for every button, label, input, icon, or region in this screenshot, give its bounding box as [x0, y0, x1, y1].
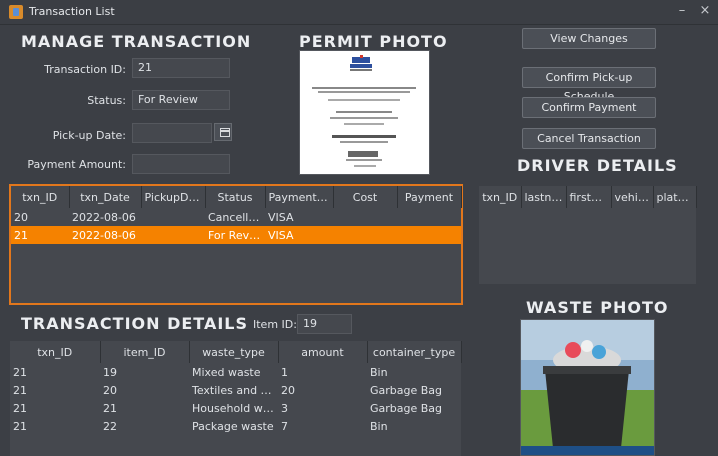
table-row[interactable]: 21 21 Household waste 3 Garbage Bag — [10, 399, 461, 417]
table-cell: 21 — [13, 401, 27, 415]
calendar-icon — [220, 128, 230, 137]
item-id-field[interactable]: 19 — [297, 314, 352, 334]
table-cell: 21 — [13, 365, 27, 379]
table-cell: 7 — [281, 419, 288, 433]
transactions-column-header[interactable]: PickupDate — [141, 186, 206, 208]
item-id-label: Item ID: — [253, 318, 297, 331]
transactions-column-header[interactable]: txn_ID — [11, 186, 70, 208]
table-cell — [141, 226, 205, 244]
table-cell: 20 — [14, 210, 28, 224]
transaction-details-table[interactable]: txn_ID item_ID waste_type amount container_t… — [10, 341, 462, 456]
table-row[interactable]: 21 2022-08-06 For Review VISA — [11, 226, 461, 244]
permit-photo-heading: PERMIT PHOTO — [299, 32, 448, 51]
table-cell: 2022-08-06 — [72, 210, 136, 224]
status-label: Status: — [87, 94, 126, 107]
table-cell: Garbage Bag — [370, 401, 443, 415]
details-column-header[interactable]: waste_type — [189, 341, 279, 363]
transactions-column-header[interactable]: Cost — [333, 186, 398, 208]
table-cell — [141, 208, 205, 226]
details-column-header[interactable]: item_ID — [100, 341, 190, 363]
cancel-transaction-button[interactable]: Cancel Transaction — [522, 128, 656, 149]
table-cell: Bin — [370, 365, 388, 379]
table-cell: Textiles and Leat... — [192, 383, 278, 397]
table-cell: VISA — [265, 226, 333, 244]
permit-photo — [299, 50, 430, 175]
transactions-column-header[interactable]: txn_Date — [69, 186, 142, 208]
table-cell: Household waste — [192, 401, 278, 415]
table-cell: VISA — [268, 210, 294, 224]
driver-details-heading: DRIVER DETAILS — [517, 156, 678, 175]
driver-column-header[interactable]: lastna... — [521, 186, 567, 208]
table-cell: 21 — [103, 401, 117, 415]
table-cell: 19 — [103, 365, 117, 379]
table-cell: 22 — [103, 419, 117, 433]
table-cell: 20 — [281, 383, 295, 397]
table-cell — [333, 226, 397, 244]
manage-transaction-heading: MANAGE TRANSACTION — [21, 32, 252, 51]
table-cell — [397, 226, 461, 244]
table-row[interactable]: 20 2022-08-06 Cancelled VISA — [11, 208, 461, 226]
waste-photo — [520, 319, 655, 456]
trash-bin-image — [521, 320, 654, 455]
calendar-button[interactable] — [214, 123, 232, 141]
payment-amount-field[interactable] — [132, 154, 230, 174]
waste-photo-heading: WASTE PHOTO — [526, 298, 669, 317]
table-cell: 21 — [13, 419, 27, 433]
table-cell — [397, 208, 461, 226]
driver-column-header[interactable]: vehicle — [611, 186, 654, 208]
confirm-payment-button[interactable]: Confirm Payment — [522, 97, 656, 118]
status-field[interactable]: For Review — [132, 90, 230, 110]
transactions-column-header[interactable]: Status — [205, 186, 266, 208]
pickup-date-label: Pick-up Date: — [52, 129, 126, 142]
payment-amount-label: Payment Amount: — [27, 158, 126, 171]
transactions-column-header[interactable]: Payment M... — [265, 186, 334, 208]
permit-document-image — [300, 51, 429, 174]
table-cell: Cancelled — [208, 210, 263, 224]
transaction-id-field[interactable]: 21 — [132, 58, 230, 78]
window-title: Transaction List — [29, 5, 115, 18]
view-changes-button[interactable]: View Changes — [522, 28, 656, 49]
transaction-details-heading: TRANSACTION DETAILS — [21, 314, 249, 333]
details-column-header[interactable]: txn_ID — [10, 341, 101, 363]
pickup-date-field[interactable] — [132, 123, 212, 143]
table-row[interactable]: 2120Textiles and Leat...20Garbage Bag — [10, 381, 461, 399]
details-column-header[interactable]: amount — [278, 341, 368, 363]
driver-column-header[interactable]: firstna... — [566, 186, 612, 208]
table-cell: Bin — [370, 419, 388, 433]
table-cell: For Review — [205, 226, 265, 244]
transactions-table[interactable]: txn_ID txn_Date PickupDate Status Payment M.… — [9, 184, 463, 305]
details-column-header[interactable]: container_type — [367, 341, 462, 363]
driver-table[interactable]: txn_ID lastna... firstna... vehicle plateno — [479, 186, 697, 284]
close-button[interactable]: × — [697, 3, 713, 19]
transactions-column-header[interactable]: Payment — [397, 186, 462, 208]
table-row[interactable]: 21 22 Package waste 7 Bin — [10, 417, 461, 435]
table-cell: Garbage Bag — [370, 383, 443, 397]
table-cell — [333, 208, 397, 226]
table-cell: Mixed waste — [192, 365, 261, 379]
driver-column-header[interactable]: plateno — [653, 186, 697, 208]
table-cell: 20 — [103, 383, 117, 397]
table-cell: 3 — [281, 401, 288, 415]
table-cell: 2022-08-06 — [69, 226, 141, 244]
driver-column-header[interactable]: txn_ID — [479, 186, 522, 208]
table-cell: Package waste — [192, 419, 274, 433]
transaction-id-label: Transaction ID: — [44, 63, 126, 76]
table-cell: 1 — [281, 365, 288, 379]
table-cell: 21 — [13, 383, 27, 397]
table-row[interactable]: 21 19 Mixed waste 1 Bin — [10, 363, 461, 381]
minimize-button[interactable]: – — [674, 3, 690, 19]
java-app-icon — [9, 5, 23, 19]
table-cell: 21 — [11, 226, 69, 244]
confirm-pickup-schedule-button[interactable]: Confirm Pick-up Schedule — [522, 67, 656, 103]
